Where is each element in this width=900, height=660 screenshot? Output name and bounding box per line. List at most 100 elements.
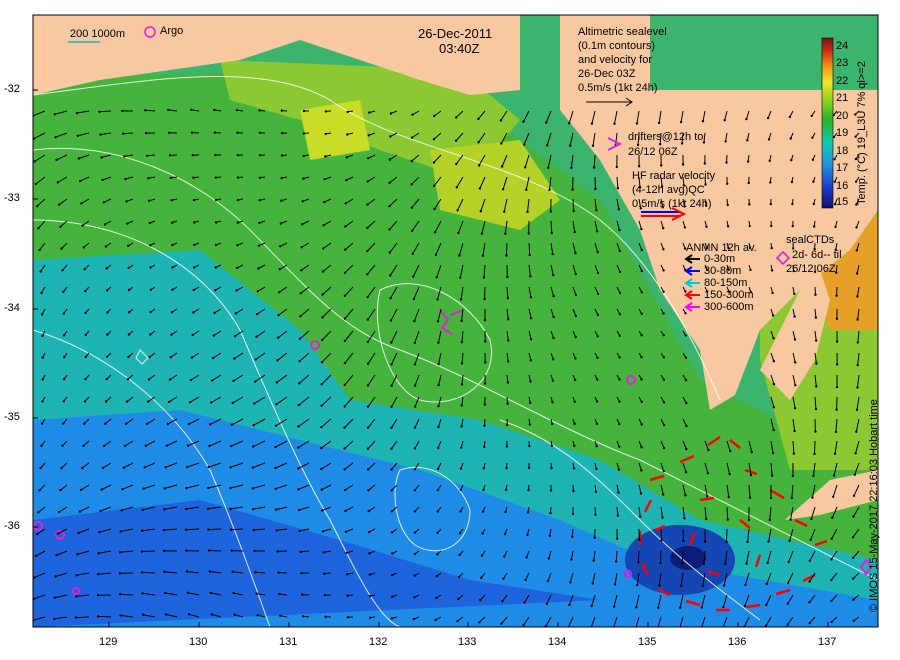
velocity-arrow-head xyxy=(410,206,413,209)
velocity-arrow-head xyxy=(413,489,417,492)
velocity-arrow-head xyxy=(171,288,174,291)
velocity-arrow-head xyxy=(413,363,417,366)
velocity-arrow-head xyxy=(572,489,575,493)
velocity-arrow-head xyxy=(808,580,811,583)
altimetry-legend-line-4: 26-Dec 03Z xyxy=(578,68,636,80)
velocity-arrow-head xyxy=(832,474,836,477)
lat-label: -32 xyxy=(4,83,20,95)
velocity-arrow-head xyxy=(436,553,439,556)
velocity-arrow-head xyxy=(505,445,509,448)
velocity-arrow-head xyxy=(574,335,577,339)
velocity-arrow-head xyxy=(572,467,576,470)
velocity-arrow-head xyxy=(170,199,173,202)
velocity-arrow-head xyxy=(684,312,687,315)
velocity-arrow-head xyxy=(552,315,555,319)
velocity-arrow-head xyxy=(214,176,218,179)
velocity-arrow-head xyxy=(344,225,347,228)
velocity-arrow-head xyxy=(523,601,526,604)
velocity-arrow-head xyxy=(277,313,280,317)
velocity-arrow-head xyxy=(390,341,393,344)
velocity-arrow-head xyxy=(236,198,240,202)
velocity-arrow-head xyxy=(552,294,555,298)
velocity-arrow-head xyxy=(280,176,283,180)
velocity-arrow-head xyxy=(299,315,302,318)
velocity-arrow-head xyxy=(483,403,486,406)
velocity-arrow-head xyxy=(500,622,503,625)
velocity-arrow-head xyxy=(658,584,661,587)
velocity-arrow-head xyxy=(830,620,833,624)
velocity-arrow-head xyxy=(814,430,817,433)
velocity-arrow-head xyxy=(835,408,838,411)
velocity-arrow-head xyxy=(458,531,462,535)
velocity-arrow-head xyxy=(618,249,621,253)
velocity-arrow-head xyxy=(258,154,262,157)
sealctd-legend-line-2: 2d- 6d-- til xyxy=(792,249,842,261)
velocity-arrow-head xyxy=(346,110,349,114)
velocity-arrow-head xyxy=(618,334,621,337)
velocity-arrow-head xyxy=(118,572,122,575)
velocity-arrow-head xyxy=(772,360,775,363)
velocity-arrow-head xyxy=(591,582,594,585)
colorbar-tick: 23 xyxy=(836,57,849,69)
velocity-arrow-head xyxy=(729,449,732,453)
velocity-arrow-head xyxy=(413,341,416,344)
velocity-arrow-head xyxy=(120,509,123,512)
velocity-arrow-head xyxy=(506,297,510,300)
velocity-arrow-head xyxy=(56,181,59,184)
velocity-arrow-head xyxy=(529,317,533,320)
velocity-arrow-head xyxy=(527,232,530,235)
velocity-arrow-head xyxy=(726,182,729,185)
velocity-arrow-head xyxy=(507,339,510,342)
velocity-arrow-head xyxy=(640,269,643,273)
velocity-arrow-head xyxy=(484,340,487,343)
velocity-arrow-head xyxy=(97,552,100,555)
velocity-arrow-head xyxy=(744,583,747,587)
velocity-arrow-head xyxy=(170,221,174,224)
velocity-arrow-head xyxy=(232,591,235,595)
hf-radar-legend-line-1: HF radar velocity xyxy=(632,170,716,182)
velocity-arrow-head xyxy=(321,530,325,533)
velocity-arrow-head xyxy=(213,311,216,314)
velocity-arrow-head xyxy=(455,162,458,166)
velocity-arrow-head xyxy=(552,358,555,361)
velocity-arrow-head xyxy=(613,583,617,586)
velocity-arrow-head xyxy=(366,384,370,387)
velocity-arrow-head xyxy=(346,616,350,619)
velocity-arrow-head xyxy=(593,166,596,169)
velocity-arrow-head xyxy=(232,379,235,383)
velocity-arrow-head xyxy=(684,290,687,293)
lon-label: 130 xyxy=(189,636,208,648)
velocity-arrow-head xyxy=(660,164,663,167)
velocity-arrow-head xyxy=(811,158,815,161)
velocity-arrow-head xyxy=(207,486,210,490)
velocity-arrow-head xyxy=(55,554,58,557)
velocity-arrow-head xyxy=(252,508,255,511)
velocity-arrow-head xyxy=(124,422,128,425)
velocity-arrow-head xyxy=(188,401,192,404)
velocity-arrow-head xyxy=(185,549,188,552)
velocity-arrow-head xyxy=(368,616,372,619)
velocity-arrow-head xyxy=(366,405,370,408)
velocity-arrow-head xyxy=(300,572,303,575)
velocity-arrow-head xyxy=(59,225,62,228)
velocity-arrow-head xyxy=(724,140,727,143)
velocity-arrow-head xyxy=(252,445,255,448)
velocity-arrow-head xyxy=(320,361,324,364)
velocity-arrow-head xyxy=(346,133,349,136)
velocity-arrow-head xyxy=(253,380,257,383)
velocity-arrow-head xyxy=(149,310,152,314)
velocity-arrow-head xyxy=(546,579,550,583)
velocity-arrow-head xyxy=(76,134,80,137)
velocity-arrow-head xyxy=(596,356,599,359)
velocity-arrow-head xyxy=(749,473,753,477)
velocity-arrow-head xyxy=(477,117,480,121)
velocity-arrow-head xyxy=(855,226,858,229)
velocity-arrow-head xyxy=(810,114,813,118)
velocity-arrow-head xyxy=(745,117,748,121)
velocity-arrow-head xyxy=(830,599,833,603)
velocity-arrow-head xyxy=(551,379,555,382)
velocity-arrow-head xyxy=(524,166,527,169)
velocity-arrow-head xyxy=(274,466,277,470)
velocity-arrow-head xyxy=(278,268,281,271)
velocity-arrow-head xyxy=(104,400,108,403)
